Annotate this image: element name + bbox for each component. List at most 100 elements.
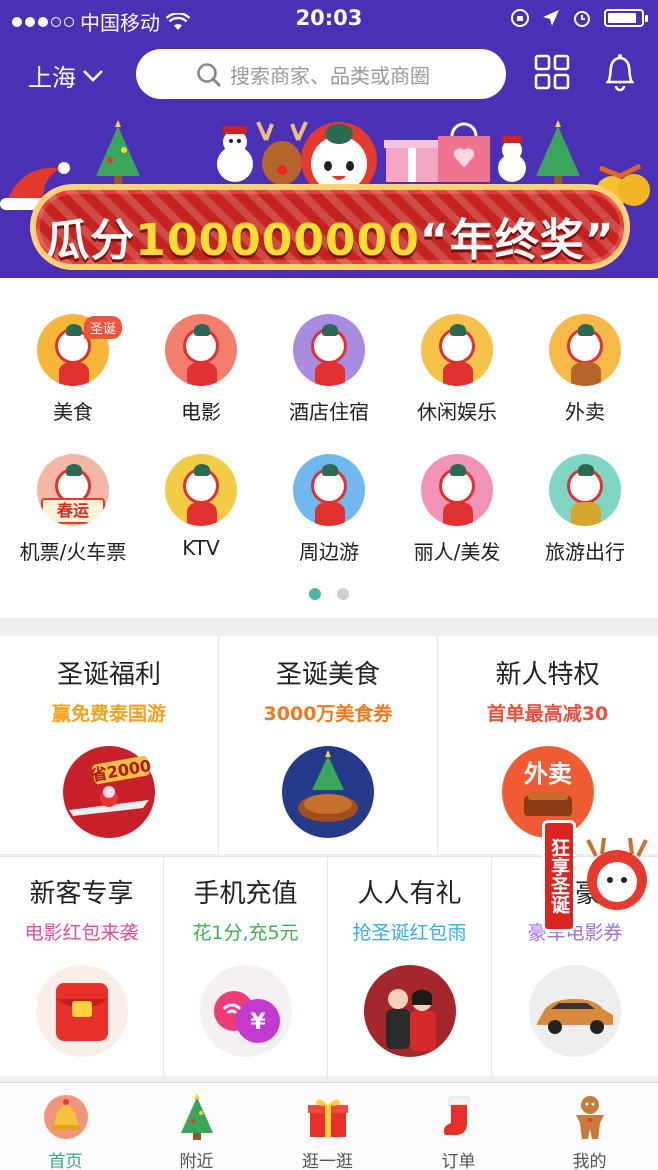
- search-input[interactable]: 搜索商家、品类或商圈: [136, 49, 506, 99]
- banner-suffix: “年终奖”: [419, 215, 615, 266]
- money-bag-icon: ¥: [199, 965, 292, 1057]
- category-nearby-trips[interactable]: 周边游: [264, 454, 394, 565]
- category-takeout[interactable]: 外卖: [520, 314, 650, 425]
- tab-label: 逛一逛: [302, 1152, 353, 1170]
- header: 中国移动 20:03 上海 搜索商家、品类或商圈 瓜分100000000“年终奖…: [0, 0, 658, 278]
- tab-orders[interactable]: 订单: [393, 1083, 524, 1170]
- tab-label: 附近: [179, 1152, 214, 1170]
- floating-christmas-badge[interactable]: 狂享圣诞: [542, 812, 658, 932]
- christmas-tree-icon: [536, 120, 580, 184]
- promo-subtitle: 首单最高减30: [486, 703, 609, 725]
- page-dot: [337, 588, 349, 600]
- category-leisure[interactable]: 休闲娱乐: [392, 314, 522, 425]
- couple-photo-icon: [363, 965, 456, 1057]
- promo-subtitle: 3000万美食券: [263, 703, 393, 725]
- banner-headline: 瓜分100000000“年终奖”: [30, 184, 630, 270]
- promo-gift-everyone[interactable]: 人人有礼 抢圣诞红包雨: [328, 857, 492, 1077]
- category-hotel[interactable]: 酒店住宿: [264, 314, 394, 425]
- category-label: 电影: [181, 400, 221, 424]
- promo-banner[interactable]: 瓜分100000000“年终奖”: [0, 112, 658, 278]
- nav-bar: 上海 搜索商家、品类或商圈: [0, 46, 658, 104]
- tickets-icon: 春运: [37, 454, 109, 526]
- category-label: 旅游出行: [545, 540, 625, 564]
- leisure-icon: [421, 314, 493, 386]
- promo-christmas-benefits[interactable]: 圣诞福利 赢免费泰国游 省2000: [0, 636, 219, 854]
- gift-box-icon: [307, 1099, 348, 1137]
- tab-home[interactable]: 首页: [0, 1083, 131, 1170]
- city-selector[interactable]: 上海: [28, 58, 104, 93]
- hotel-icon: [293, 314, 365, 386]
- spring-travel-badge: 春运: [41, 498, 105, 524]
- location-icon: [543, 10, 559, 26]
- search-icon: [197, 63, 221, 87]
- category-grid: 圣诞 美食 电影 酒店住宿 休闲娱乐 外卖 春运 机票/火车票 KTV 周边游 …: [0, 278, 658, 618]
- category-tickets[interactable]: 春运 机票/火车票: [8, 454, 138, 565]
- tab-bar: 首页 附近 逛一逛 订单 我的: [0, 1082, 658, 1170]
- nearby-trips-icon: [293, 454, 365, 526]
- rotation-lock-icon: [511, 9, 529, 27]
- floating-badge-text: 狂享圣诞: [542, 820, 576, 932]
- promo-subtitle: 电影红包来袭: [24, 922, 139, 944]
- christmas-tree-icon: [180, 1093, 213, 1140]
- gingerbread-man-icon: [575, 1096, 604, 1139]
- chevron-down-icon: [83, 69, 103, 82]
- yuan-label: ¥: [250, 1010, 266, 1035]
- scan-qr-icon[interactable]: [534, 54, 570, 90]
- save-2000-label: 省2000: [89, 756, 153, 785]
- tab-label: 我的: [572, 1152, 607, 1170]
- promo-christmas-food[interactable]: 圣诞美食 3000万美食券: [219, 636, 438, 854]
- promo-title: 新客专享: [29, 879, 134, 909]
- tab-label: 订单: [441, 1152, 476, 1170]
- category-label: 丽人/美发: [413, 540, 501, 564]
- search-placeholder: 搜索商家、品类或商圈: [230, 63, 430, 88]
- promo-title: 手机充值: [193, 879, 298, 909]
- movie-icon: [165, 314, 237, 386]
- promo-title: 圣诞美食: [275, 660, 380, 690]
- status-bar: 中国移动 20:03: [0, 0, 658, 38]
- snowman-icon: [498, 136, 526, 182]
- promo-title: 新人特权: [495, 660, 600, 690]
- promo-phone-topup[interactable]: 手机充值 花1分,充5元 ¥: [164, 857, 328, 1077]
- alarm-icon: [574, 11, 590, 27]
- promo-title: 圣诞福利: [56, 660, 161, 690]
- promo-subtitle: 花1分,充5元: [192, 922, 299, 944]
- tab-mine[interactable]: 我的: [524, 1083, 655, 1170]
- roast-turkey-icon: [282, 746, 374, 838]
- bell-icon[interactable]: [602, 52, 638, 92]
- page-dot-active: [309, 588, 321, 600]
- tab-nearby[interactable]: 附近: [131, 1083, 262, 1170]
- christmas-tag: 圣诞: [84, 316, 123, 339]
- promo-title: 人人有礼: [357, 879, 462, 909]
- takeout-art-label: 外卖: [524, 760, 572, 788]
- promo-subtitle: 赢免费泰国游: [51, 703, 166, 725]
- tab-browse[interactable]: 逛一逛: [262, 1083, 393, 1170]
- takeout-icon: [549, 314, 621, 386]
- promo-new-customer[interactable]: 新客专享 电影红包来袭: [0, 857, 164, 1077]
- red-envelope-icon: [35, 965, 128, 1057]
- gift-box-icon: [384, 140, 440, 182]
- banner-number: 100000000: [135, 215, 420, 266]
- shopping-bag-icon: [438, 122, 490, 182]
- banner-prefix: 瓜分: [45, 215, 136, 266]
- battery-icon: [604, 9, 648, 27]
- car-icon: [529, 965, 621, 1057]
- category-label: 机票/火车票: [19, 540, 127, 564]
- christmas-tree-icon: [96, 120, 140, 184]
- category-label: 外卖: [565, 400, 605, 424]
- category-label: 周边游: [299, 540, 359, 564]
- travel-icon: [549, 454, 621, 526]
- category-food[interactable]: 圣诞 美食: [8, 314, 138, 425]
- ktv-icon: [165, 454, 237, 526]
- category-label: 酒店住宿: [289, 400, 369, 424]
- reindeer-mascot-icon: [586, 837, 648, 910]
- category-movie[interactable]: 电影: [136, 314, 266, 425]
- airplane-santa-icon: 省2000: [63, 746, 155, 838]
- category-travel[interactable]: 旅游出行: [520, 454, 650, 565]
- tab-label: 首页: [48, 1152, 83, 1170]
- category-label: 美食: [53, 400, 93, 424]
- city-name: 上海: [28, 64, 76, 92]
- category-ktv[interactable]: KTV: [136, 454, 266, 560]
- category-beauty[interactable]: 丽人/美发: [392, 454, 522, 565]
- beauty-icon: [421, 454, 493, 526]
- stocking-icon: [443, 1096, 469, 1135]
